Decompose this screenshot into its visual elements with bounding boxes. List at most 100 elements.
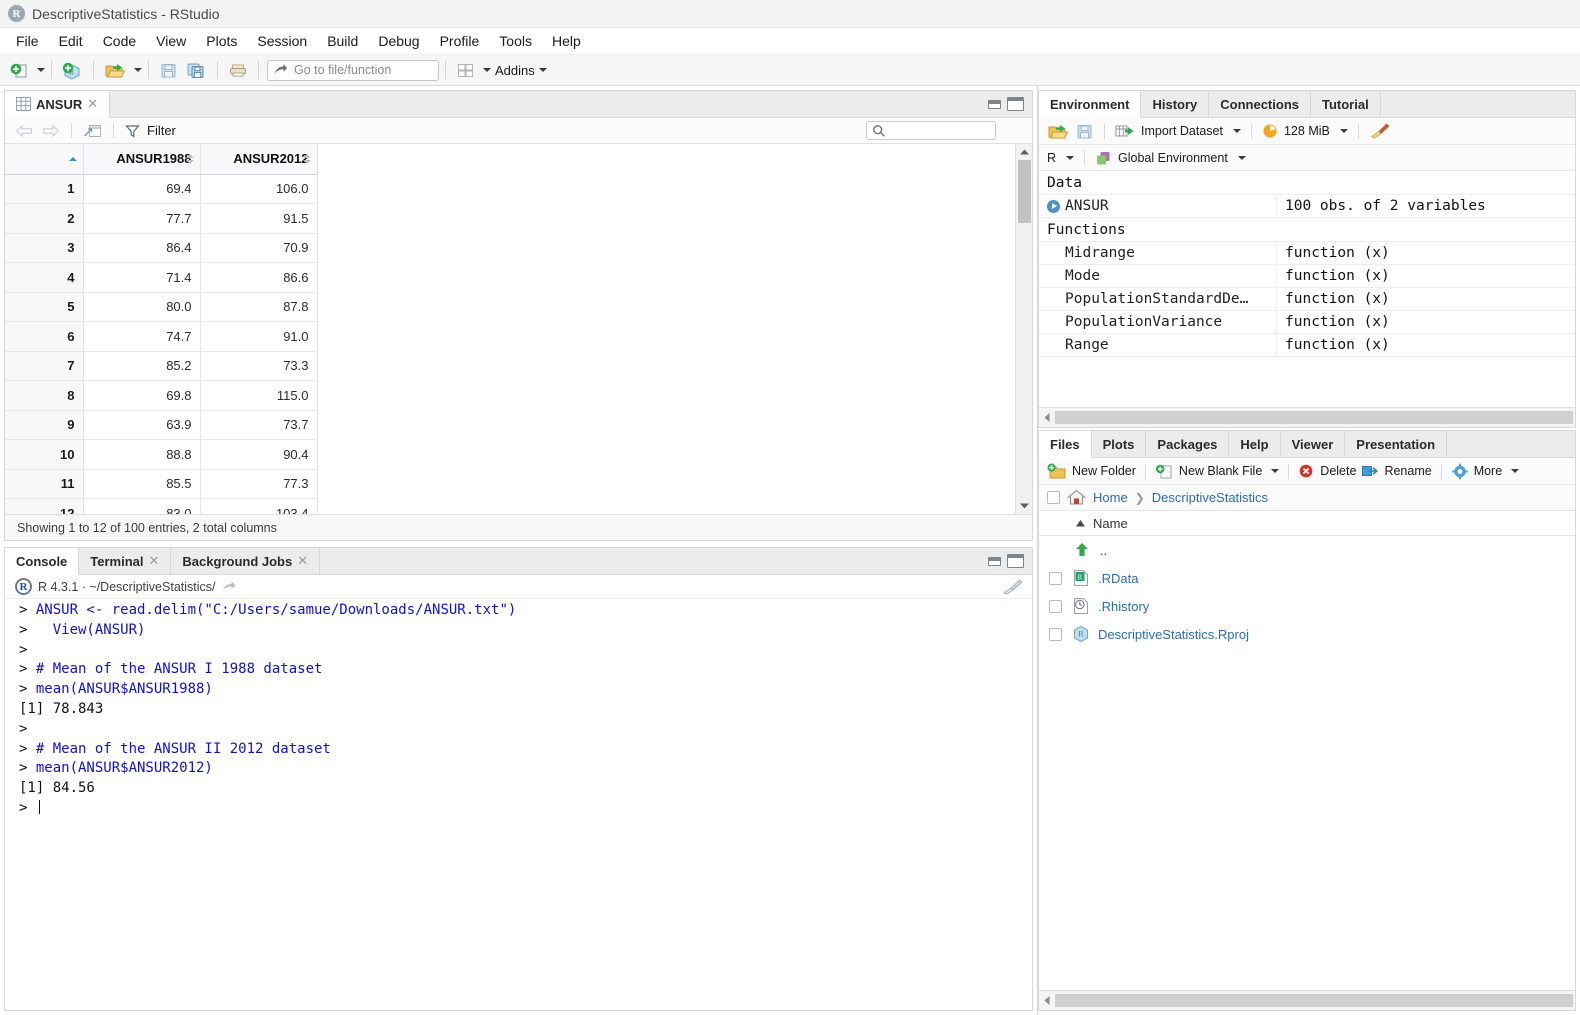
tab-environment[interactable]: Environment (1039, 91, 1142, 118)
filter-funnel-icon[interactable] (125, 124, 140, 138)
open-folder-icon[interactable] (1047, 122, 1069, 141)
goto-file-function-input[interactable]: Go to file/function (267, 59, 439, 81)
console-prompt-line[interactable]: > (19, 799, 1032, 819)
table-row[interactable]: 9 63.9 73.7 (5, 410, 318, 440)
addins-caret-icon[interactable] (538, 68, 547, 72)
forward-arrow-icon[interactable] (41, 123, 60, 138)
memory-usage-label[interactable]: 128 MiB (1284, 124, 1330, 138)
environment-horizontal-scrollbar[interactable] (1039, 407, 1575, 427)
column-header-ansur1988[interactable]: ANSUR1988 (83, 144, 201, 175)
file-list-item[interactable]: .Rhistory (1039, 592, 1575, 620)
sort-toggle-icon[interactable] (185, 153, 194, 164)
more-button[interactable]: More (1474, 464, 1502, 478)
file-list-item[interactable]: R DescriptiveStatistics.Rproj (1039, 620, 1575, 648)
new-blank-file-icon[interactable] (1155, 463, 1174, 480)
table-row[interactable]: 2 77.7 91.5 (5, 203, 318, 234)
file-list-item[interactable]: R .RData (1039, 564, 1575, 592)
sort-toggle-icon[interactable] (302, 153, 311, 164)
file-name[interactable]: .RData (1098, 571, 1138, 586)
menu-item-tools[interactable]: Tools (489, 30, 542, 52)
row-number-header[interactable] (5, 144, 84, 175)
new-file-caret-icon[interactable] (37, 68, 45, 72)
more-caret-icon[interactable] (1511, 469, 1520, 473)
tab-files[interactable]: Files (1039, 431, 1092, 458)
menu-item-session[interactable]: Session (247, 30, 317, 52)
scroll-left-button[interactable] (1039, 995, 1055, 1006)
environment-object-row[interactable]: Midrange function (x) (1039, 241, 1575, 265)
files-horizontal-scrollbar[interactable] (1039, 990, 1575, 1010)
tab-presentation[interactable]: Presentation (1345, 431, 1448, 457)
breadcrumb-descriptivestatistics[interactable]: DescriptiveStatistics (1152, 490, 1268, 505)
tab-connections[interactable]: Connections (1209, 91, 1311, 117)
menu-item-plots[interactable]: Plots (196, 30, 247, 52)
file-checkbox[interactable] (1049, 571, 1062, 585)
table-row[interactable]: 6 74.7 91.0 (5, 321, 318, 352)
scroll-up-button[interactable] (1016, 144, 1032, 160)
new-project-button[interactable]: R (58, 59, 87, 82)
open-file-caret-icon[interactable] (134, 68, 142, 72)
maximize-pane-icon[interactable] (1007, 97, 1024, 111)
scroll-down-button[interactable] (1016, 498, 1032, 514)
home-icon[interactable] (1067, 489, 1086, 506)
import-dataset-label[interactable]: Import Dataset (1141, 124, 1223, 138)
environment-object-row[interactable]: Mode function (x) (1039, 264, 1575, 288)
breadcrumb-home[interactable]: Home (1093, 490, 1128, 505)
save-icon[interactable] (1075, 122, 1094, 141)
menu-item-code[interactable]: Code (93, 30, 146, 52)
file-name[interactable]: .Rhistory (1098, 599, 1149, 614)
table-row[interactable]: 4 71.4 86.6 (5, 262, 318, 293)
menu-item-view[interactable]: View (146, 30, 196, 52)
save-button[interactable] (155, 59, 182, 82)
tab-background-jobs[interactable]: Background Jobs ✕ (171, 548, 321, 574)
workspace-panes-button[interactable] (452, 60, 479, 81)
table-row[interactable]: 8 69.8 115.0 (5, 380, 318, 411)
scroll-left-button[interactable] (1039, 412, 1055, 423)
sort-asc-icon[interactable] (1075, 519, 1086, 528)
tab-console[interactable]: Console (5, 548, 80, 575)
table-row[interactable]: 11 85.5 77.3 (5, 469, 318, 499)
new-folder-button[interactable]: New Folder (1072, 464, 1136, 478)
delete-icon[interactable] (1298, 463, 1315, 479)
tab-packages[interactable]: Packages (1146, 431, 1230, 457)
environment-scope-label[interactable]: Global Environment (1118, 151, 1228, 165)
menu-item-edit[interactable]: Edit (49, 30, 93, 52)
tab-history[interactable]: History (1141, 91, 1210, 117)
workspace-panes-caret-icon[interactable] (483, 68, 491, 72)
data-table-vertical-scrollbar[interactable] (1015, 144, 1032, 514)
table-row[interactable]: 3 86.4 70.9 (5, 233, 318, 263)
tab-viewer[interactable]: Viewer (1280, 431, 1346, 457)
rename-button[interactable]: Rename (1384, 464, 1431, 478)
console-output[interactable]: > ANSUR <- read.delim("C:/Users/samue/Do… (5, 599, 1032, 1010)
broom-icon[interactable] (1369, 122, 1391, 140)
new-blank-file-caret-icon[interactable] (1271, 469, 1280, 473)
scrollbar-thumb[interactable] (1055, 994, 1573, 1007)
tab-terminal-close-icon[interactable]: ✕ (149, 553, 160, 569)
import-dataset-icon[interactable] (1115, 123, 1135, 140)
back-arrow-icon[interactable] (15, 123, 34, 138)
search-input[interactable] (866, 121, 996, 140)
open-file-button[interactable] (100, 59, 130, 82)
language-caret-icon[interactable] (1066, 155, 1075, 160)
environment-object-row[interactable]: ANSUR 100 obs. of 2 variables (1039, 194, 1575, 218)
file-checkbox[interactable] (1049, 599, 1062, 613)
menu-item-file[interactable]: File (6, 30, 49, 52)
save-all-button[interactable] (182, 59, 211, 82)
minimize-pane-icon[interactable] (988, 99, 1001, 109)
environment-object-row[interactable]: PopulationVariance function (x) (1039, 310, 1575, 334)
column-header-ansur2012[interactable]: ANSUR2012 (200, 144, 318, 175)
tab-tutorial[interactable]: Tutorial (1311, 91, 1381, 117)
tab-help[interactable]: Help (1229, 431, 1281, 457)
new-blank-file-button[interactable]: New Blank File (1179, 464, 1262, 478)
more-gear-icon[interactable] (1451, 463, 1469, 480)
popout-arrow-icon[interactable] (222, 580, 237, 593)
language-selector-label[interactable]: R (1047, 151, 1056, 165)
table-row[interactable]: 7 85.2 73.3 (5, 351, 318, 381)
file-name[interactable]: DescriptiveStatistics.Rproj (1098, 627, 1249, 642)
menu-item-debug[interactable]: Debug (368, 30, 429, 52)
file-list-item[interactable]: .. (1039, 536, 1575, 564)
memory-caret-icon[interactable] (1339, 129, 1348, 133)
tab-terminal[interactable]: Terminal ✕ (79, 548, 172, 574)
tab-ansur-close-icon[interactable]: ✕ (87, 96, 98, 112)
select-all-checkbox[interactable] (1047, 491, 1060, 504)
table-row[interactable]: 5 80.0 87.8 (5, 292, 318, 322)
